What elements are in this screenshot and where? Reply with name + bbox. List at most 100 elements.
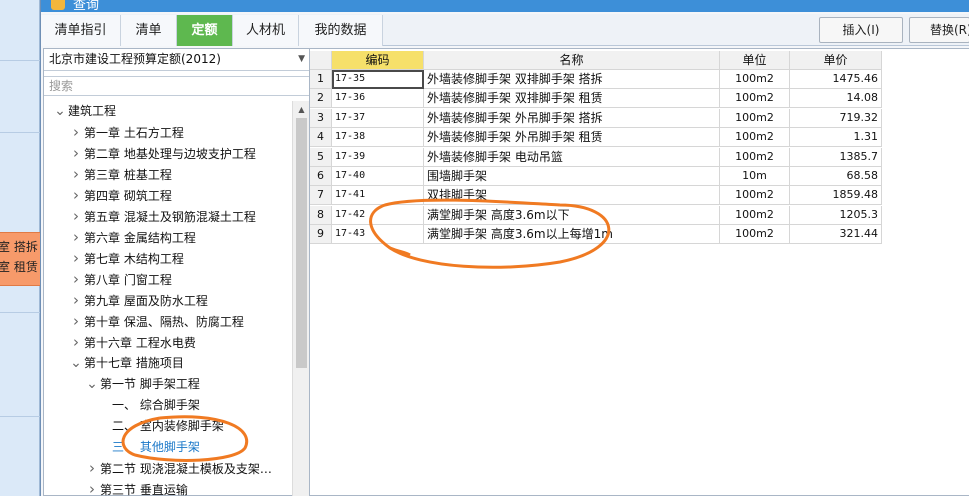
replace-button[interactable]: 替换(R) — [909, 17, 969, 43]
tab-labor-material-machine[interactable]: 人材机 — [233, 15, 299, 46]
tree-node[interactable]: › 第十六章 工程水电费 — [68, 332, 196, 353]
tree-node[interactable]: 三、 其他脚手架 — [104, 437, 200, 458]
tree-node[interactable]: › 第八章 门窗工程 — [68, 269, 172, 290]
row-number[interactable]: 9 — [310, 225, 332, 245]
chevron-right-icon[interactable]: › — [84, 458, 100, 479]
cell-name[interactable]: 外墙装修脚手架 电动吊篮 — [424, 147, 720, 167]
tree-node[interactable]: ⌄ 第十七章 措施项目 — [68, 353, 184, 374]
tree-node[interactable]: › 第二节 现浇混凝土模板及支架… — [84, 458, 272, 479]
tree-node[interactable]: ⌄ 第一节 脚手架工程 — [84, 374, 200, 395]
insert-button[interactable]: 插入(I) — [819, 17, 903, 43]
cell-unit[interactable]: 100m2 — [720, 108, 790, 128]
column-header-code[interactable]: 编码 — [332, 51, 424, 70]
cell-code[interactable]: 17-42 — [332, 205, 424, 225]
row-number[interactable]: 4 — [310, 128, 332, 148]
cell-price[interactable]: 1475.46 — [790, 70, 882, 89]
cell-price[interactable]: 68.58 — [790, 167, 882, 186]
dialog-titlebar[interactable]: 查询 — [41, 0, 969, 13]
cell-unit[interactable]: 100m2 — [720, 70, 790, 89]
chevron-right-icon[interactable]: › — [68, 206, 84, 227]
column-header-unit[interactable]: 单位 — [720, 51, 790, 70]
cell-unit[interactable]: 100m2 — [720, 205, 790, 225]
cell-unit[interactable]: 100m2 — [720, 186, 790, 206]
row-number[interactable]: 1 — [310, 70, 332, 89]
tree-node[interactable]: › 第三节 垂直运输 — [84, 479, 188, 496]
cell-code[interactable]: 17-36 — [332, 89, 424, 109]
search-field[interactable] — [44, 76, 310, 96]
chevron-right-icon[interactable]: › — [68, 269, 84, 290]
row-number[interactable]: 3 — [310, 108, 332, 128]
cell-unit[interactable]: 100m2 — [720, 128, 790, 148]
chevron-down-icon[interactable]: ⌄ — [52, 101, 68, 122]
tree-node[interactable]: › 第五章 混凝土及钢筋混凝土工程 — [68, 206, 256, 227]
cell-price[interactable]: 1205.3 — [790, 205, 882, 225]
cell-code[interactable]: 17-39 — [332, 147, 424, 167]
column-header-price[interactable]: 单价 — [790, 51, 882, 70]
chevron-right-icon[interactable]: › — [68, 122, 84, 143]
chevron-right-icon[interactable]: › — [68, 164, 84, 185]
dropdown-arrow-icon[interactable]: ▼ — [298, 49, 305, 70]
tree-node[interactable]: › 第九章 屋面及防水工程 — [68, 290, 208, 311]
tree-node[interactable]: › 第二章 地基处理与边坡支护工程 — [68, 143, 256, 164]
cell-unit[interactable]: 100m2 — [720, 89, 790, 109]
chevron-right-icon[interactable]: › — [68, 227, 84, 248]
search-input[interactable] — [44, 77, 310, 95]
chevron-right-icon[interactable]: › — [68, 332, 84, 353]
tree-scrollbar[interactable]: ▲ — [292, 101, 310, 496]
cell-code[interactable]: 17-35 — [332, 70, 424, 89]
chevron-right-icon[interactable]: › — [68, 248, 84, 269]
row-number[interactable]: 7 — [310, 186, 332, 206]
tab-bill-guide[interactable]: 清单指引 — [41, 15, 121, 46]
quota-library-select[interactable]: 北京市建设工程预算定额(2012) ▼ — [44, 49, 310, 71]
chevron-right-icon[interactable]: › — [68, 185, 84, 206]
tree-node[interactable]: ⌄ 建筑工程 — [52, 101, 116, 122]
tree-node[interactable]: › 第六章 金属结构工程 — [68, 227, 196, 248]
scroll-up-icon[interactable]: ▲ — [293, 101, 310, 118]
cell-code[interactable]: 17-41 — [332, 186, 424, 206]
chevron-down-icon[interactable]: ⌄ — [68, 353, 84, 374]
tree-node[interactable]: 一、 综合脚手架 — [104, 395, 200, 416]
row-number[interactable]: 2 — [310, 89, 332, 109]
tree-node[interactable]: › 第十章 保温、隔热、防腐工程 — [68, 311, 244, 332]
tab-bill[interactable]: 清单 — [121, 15, 177, 46]
cell-name[interactable]: 外墙装修脚手架 双排脚手架 租赁 — [424, 89, 720, 109]
tree-node[interactable]: › 第七章 木结构工程 — [68, 248, 184, 269]
tree-node[interactable]: › 第四章 砌筑工程 — [68, 185, 172, 206]
cell-price[interactable]: 1859.48 — [790, 186, 882, 206]
tree-node[interactable]: › 第一章 土石方工程 — [68, 122, 184, 143]
chevron-down-icon[interactable]: ⌄ — [84, 374, 100, 395]
row-number[interactable]: 5 — [310, 147, 332, 167]
cell-code[interactable]: 17-38 — [332, 128, 424, 148]
background-highlighted-row[interactable]: 室 搭拆 室 租赁 — [0, 232, 40, 286]
chevron-right-icon[interactable]: › — [68, 311, 84, 332]
tree-node[interactable]: › 第三章 桩基工程 — [68, 164, 172, 185]
tree-node[interactable]: 二、 室内装修脚手架 — [104, 416, 224, 437]
column-header-name[interactable]: 名称 — [424, 51, 720, 70]
row-number[interactable]: 8 — [310, 205, 332, 225]
cell-unit[interactable]: 100m2 — [720, 147, 790, 167]
cell-name[interactable]: 外墙装修脚手架 双排脚手架 搭拆 — [424, 70, 720, 89]
chevron-right-icon[interactable]: › — [84, 479, 100, 496]
cell-unit[interactable]: 100m2 — [720, 225, 790, 245]
cell-name[interactable]: 围墙脚手架 — [424, 167, 720, 186]
scrollbar-thumb[interactable] — [296, 118, 307, 368]
cell-code[interactable]: 17-40 — [332, 167, 424, 186]
cell-name[interactable]: 双排脚手架 — [424, 186, 720, 206]
cell-name[interactable]: 外墙装修脚手架 外吊脚手架 租赁 — [424, 128, 720, 148]
cell-price[interactable]: 719.32 — [790, 108, 882, 128]
tab-quota[interactable]: 定额 — [177, 15, 233, 46]
tab-my-data[interactable]: 我的数据 — [299, 15, 383, 46]
cell-price[interactable]: 321.44 — [790, 225, 882, 245]
cell-code[interactable]: 17-37 — [332, 108, 424, 128]
cell-price[interactable]: 1385.7 — [790, 147, 882, 167]
cell-unit[interactable]: 10m — [720, 167, 790, 186]
row-number[interactable]: 6 — [310, 167, 332, 186]
cell-price[interactable]: 14.08 — [790, 89, 882, 109]
cell-name[interactable]: 满堂脚手架 高度3.6m以上每增1m — [424, 225, 720, 245]
cell-code[interactable]: 17-43 — [332, 225, 424, 245]
chevron-right-icon[interactable]: › — [68, 143, 84, 164]
cell-name[interactable]: 满堂脚手架 高度3.6m以下 — [424, 205, 720, 225]
cell-name[interactable]: 外墙装修脚手架 外吊脚手架 搭拆 — [424, 108, 720, 128]
chevron-right-icon[interactable]: › — [68, 290, 84, 311]
cell-price[interactable]: 1.31 — [790, 128, 882, 148]
